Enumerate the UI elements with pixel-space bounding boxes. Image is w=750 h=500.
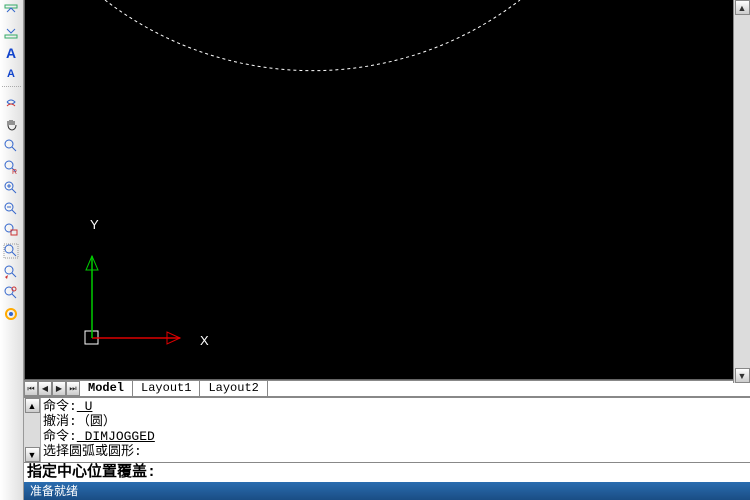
axis-y-label: Y bbox=[90, 217, 99, 232]
tab-last-icon[interactable]: ⏭ bbox=[66, 381, 80, 396]
scroll-down-icon[interactable]: ▼ bbox=[735, 368, 750, 383]
toolbar-separator bbox=[2, 86, 21, 91]
zoom-object-icon[interactable] bbox=[0, 282, 22, 303]
arc-shape[interactable] bbox=[105, 0, 520, 71]
zoom-extents-icon[interactable] bbox=[0, 240, 22, 261]
text-small-icon[interactable]: A bbox=[0, 63, 22, 84]
svg-text:R: R bbox=[12, 169, 17, 175]
zoom-out-icon[interactable] bbox=[0, 198, 22, 219]
main-area: X Y ▲ ▼ ⏮ ◀ ▶ ⏭ Model Layout1 Layout2 ▲ … bbox=[24, 0, 750, 500]
align-bottom-icon[interactable] bbox=[0, 21, 22, 42]
layout-tabs: ⏮ ◀ ▶ ⏭ Model Layout1 Layout2 bbox=[24, 380, 750, 397]
tab-layout2[interactable]: Layout2 bbox=[200, 381, 267, 396]
cmd-scroll-up-icon[interactable]: ▲ bbox=[25, 398, 40, 413]
ucs-icon bbox=[85, 256, 180, 344]
align-top-icon[interactable] bbox=[0, 0, 22, 21]
scroll-up-icon[interactable]: ▲ bbox=[735, 0, 750, 15]
axis-x-label: X bbox=[200, 333, 209, 348]
zoom-realtime-icon[interactable]: R bbox=[0, 156, 22, 177]
regen-icon[interactable] bbox=[0, 303, 22, 324]
zoom-in-icon[interactable] bbox=[0, 177, 22, 198]
cmd-scrollbar[interactable]: ▲ ▼ bbox=[24, 398, 41, 462]
tab-first-icon[interactable]: ⏮ bbox=[24, 381, 38, 396]
status-bar: 准备就绪 bbox=[24, 482, 750, 500]
pan-hand-icon[interactable] bbox=[0, 114, 22, 135]
vertical-scrollbar[interactable]: ▲ ▼ bbox=[733, 0, 750, 383]
tab-model[interactable]: Model bbox=[80, 381, 133, 396]
tab-layout1[interactable]: Layout1 bbox=[133, 381, 200, 396]
command-lines: 命令: U 撤消:（圆） 命令: DIMJOGGED 选择圆弧或圆形: bbox=[41, 398, 750, 462]
cmd-scroll-down-icon[interactable]: ▼ bbox=[25, 447, 40, 462]
realtime-zoom-icon[interactable] bbox=[0, 93, 22, 114]
command-input[interactable]: 指定中心位置覆盖: bbox=[24, 462, 750, 482]
zoom-previous-icon[interactable] bbox=[0, 261, 22, 282]
zoom-region-icon[interactable] bbox=[0, 135, 22, 156]
tab-next-icon[interactable]: ▶ bbox=[52, 381, 66, 396]
zoom-window-icon[interactable] bbox=[0, 219, 22, 240]
drawing-canvas[interactable]: X Y bbox=[24, 0, 750, 380]
command-history: ▲ ▼ 命令: U 撤消:（圆） 命令: DIMJOGGED 选择圆弧或圆形: bbox=[24, 397, 750, 462]
left-toolbar: A A R bbox=[0, 0, 24, 500]
tab-prev-icon[interactable]: ◀ bbox=[38, 381, 52, 396]
text-large-icon[interactable]: A bbox=[0, 42, 22, 63]
